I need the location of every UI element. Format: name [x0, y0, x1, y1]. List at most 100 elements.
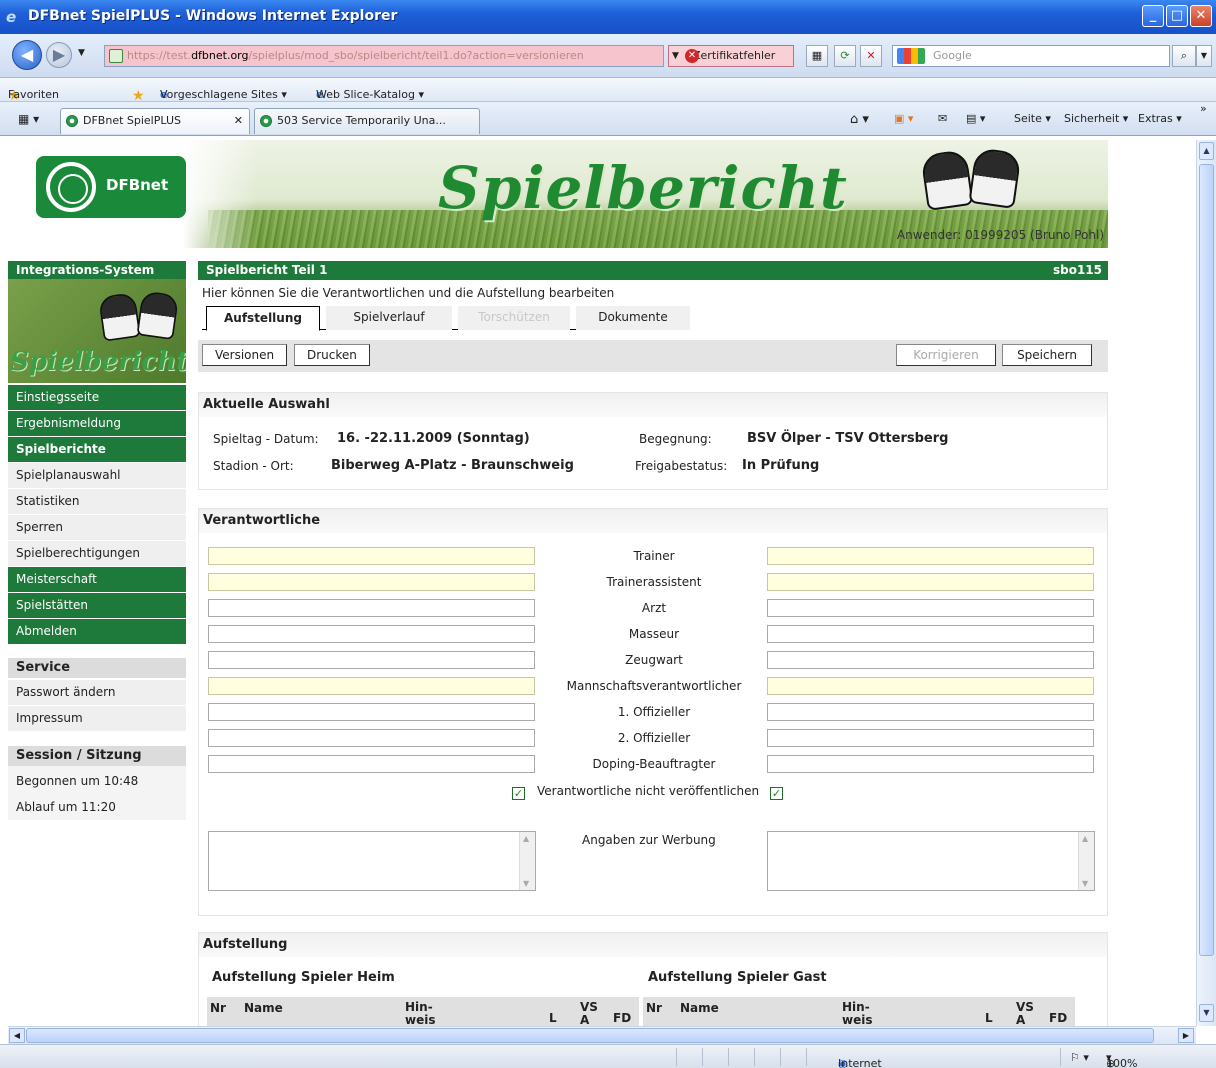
banner-title: Spielbericht — [438, 154, 848, 222]
maximize-button[interactable]: □ — [1166, 5, 1188, 27]
vertical-scroll-thumb[interactable] — [1199, 164, 1214, 956]
sidebar-item-statistiken[interactable]: Statistiken — [8, 489, 186, 515]
not-publish-home-checkbox[interactable]: ✓ — [512, 787, 525, 800]
role-1-home-input[interactable] — [208, 573, 535, 591]
print-icon[interactable]: ▤ ▾ — [966, 112, 985, 125]
dfbnet-logo[interactable]: DFBnet — [36, 156, 186, 218]
sidebar-item-passwort[interactable]: Passwort ändern — [8, 680, 186, 706]
vertical-scrollbar[interactable]: ▲ ▼ — [1196, 140, 1216, 1026]
compatibility-view-icon[interactable]: ▦ — [806, 45, 828, 67]
browser-tab-label: DFBnet SpielPLUS — [83, 114, 181, 127]
versionen-button[interactable]: Versionen — [202, 344, 288, 366]
browser-tab-dfbnet[interactable]: DFBnet SpielPLUS ✕ — [60, 108, 250, 134]
role-6-guest-input[interactable] — [767, 703, 1094, 721]
back-button[interactable]: ◀ — [12, 40, 42, 70]
speichern-button[interactable]: Speichern — [1002, 344, 1092, 366]
sidebar-item-sperren[interactable]: Sperren — [8, 515, 186, 541]
history-dropdown-icon[interactable]: ▼ — [78, 48, 85, 58]
werbung-guest-textarea[interactable] — [767, 831, 1095, 891]
favorites-label: Favoriten — [8, 88, 59, 101]
window-title: DFBnet SpielPLUS - Windows Internet Expl… — [28, 8, 398, 24]
page-menu[interactable]: Seite ▾ — [1014, 112, 1051, 125]
logo-text: DFBnet — [106, 176, 169, 194]
textarea-scrollbar[interactable] — [1078, 832, 1094, 890]
textarea-scrollbar[interactable] — [519, 832, 535, 890]
scroll-up-icon[interactable]: ▲ — [1199, 142, 1214, 160]
more-commands-icon[interactable]: » — [1200, 102, 1207, 115]
url-input[interactable]: https://test.dfbnet.org/spielplus/mod_sb… — [104, 45, 664, 67]
url-dropdown-icon[interactable]: ▼ — [672, 46, 679, 66]
content-tabs: Aufstellung Spielverlauf Torschützen Dok… — [202, 304, 690, 331]
sidebar-item-spielberichte[interactable]: Spielberichte — [8, 437, 186, 463]
role-6-home-input[interactable] — [208, 703, 535, 721]
role-3-home-input[interactable] — [208, 625, 535, 643]
role-8-guest-input[interactable] — [767, 755, 1094, 773]
content-title: Spielbericht Teil 1 — [206, 263, 328, 277]
browser-tab-503[interactable]: 503 Service Temporarily Una... — [254, 108, 480, 134]
role-3-guest-input[interactable] — [767, 625, 1094, 643]
close-tab-icon[interactable]: ✕ — [234, 109, 243, 133]
sidebar-item-spielberechtigungen[interactable]: Spielberechtigungen — [8, 541, 186, 567]
horizontal-scroll-thumb[interactable] — [26, 1028, 1154, 1043]
role-8-home-input[interactable] — [208, 755, 535, 773]
sidebar-item-meisterschaft[interactable]: Meisterschaft — [8, 567, 186, 593]
protected-mode-icon[interactable]: ⚐ ▾ — [1070, 1051, 1089, 1064]
dfb-favicon — [66, 115, 78, 127]
feeds-icon[interactable]: ▣ ▾ — [894, 112, 913, 125]
sidebar-item-einstiegsseite[interactable]: Einstiegsseite — [8, 385, 186, 411]
certificate-error-button[interactable]: ▼ ✕ Zertifikatfehler — [668, 45, 794, 67]
sidebar-item-abmelden[interactable]: Abmelden — [8, 619, 186, 645]
dfb-favicon — [260, 115, 272, 127]
search-options-icon[interactable]: ▼ — [1196, 45, 1212, 67]
tools-menu[interactable]: Extras ▾ — [1138, 112, 1182, 125]
korrigieren-button: Korrigieren — [896, 344, 996, 366]
role-0-guest-input[interactable] — [767, 547, 1094, 565]
role-7-home-input[interactable] — [208, 729, 535, 747]
zoom-control[interactable]: ⊕ 100% ▾ — [1106, 1051, 1137, 1068]
close-window-button[interactable]: ✕ — [1190, 5, 1212, 27]
sidebar-item-spielplanauswahl[interactable]: Spielplanauswahl — [8, 463, 186, 489]
role-5-home-input[interactable] — [208, 677, 535, 695]
mail-icon[interactable]: ✉ — [938, 112, 947, 125]
role-1-guest-input[interactable] — [767, 573, 1094, 591]
role-7-label: 2. Offizieller — [617, 731, 691, 745]
forward-button[interactable]: ▶ — [46, 42, 72, 68]
sidebar-item-ergebnismeldung[interactable]: Ergebnismeldung — [8, 411, 186, 437]
scroll-left-icon[interactable]: ◀ — [9, 1028, 25, 1043]
freigabe-value: In Prüfung — [742, 458, 820, 473]
minimize-button[interactable]: _ — [1142, 5, 1164, 27]
horizontal-scrollbar[interactable]: ◀ ▶ — [8, 1026, 1196, 1044]
cert-error-label: Zertifikatfehler — [693, 49, 776, 62]
tab-spielverlauf[interactable]: Spielverlauf — [326, 306, 452, 330]
dfb-emblem-icon — [46, 162, 96, 212]
sidebar-item-spielstaetten[interactable]: Spielstätten — [8, 593, 186, 619]
role-7-guest-input[interactable] — [767, 729, 1094, 747]
col-name: Name — [680, 1001, 719, 1015]
role-4-guest-input[interactable] — [767, 651, 1094, 669]
search-input[interactable]: Google — [892, 45, 1170, 67]
werbung-home-textarea[interactable] — [208, 831, 536, 891]
home-icon[interactable]: ⌂ ▾ — [850, 112, 869, 127]
refresh-icon[interactable]: ⟳ — [834, 45, 856, 67]
safety-menu[interactable]: Sicherheit ▾ — [1064, 112, 1128, 125]
tab-dokumente[interactable]: Dokumente — [576, 306, 690, 330]
user-info: Anwender: 01999205 (Bruno Pohl) — [896, 228, 1104, 242]
drucken-button[interactable]: Drucken — [294, 344, 370, 366]
col-vsa: VS A — [580, 1000, 598, 1027]
tab-aufstellung[interactable]: Aufstellung — [206, 306, 320, 331]
search-icon[interactable]: ⌕ — [1172, 45, 1196, 67]
role-0-home-input[interactable] — [208, 547, 535, 565]
role-5-guest-input[interactable] — [767, 677, 1094, 695]
quick-tabs-icon[interactable]: ▦ ▾ — [18, 112, 39, 126]
role-4-home-input[interactable] — [208, 651, 535, 669]
role-2-home-input[interactable] — [208, 599, 535, 617]
role-2-guest-input[interactable] — [767, 599, 1094, 617]
url-path: /spielplus/mod_sbo/spielbericht/teil1.do… — [248, 49, 584, 62]
page-hint: Hier können Sie die Verantwortlichen und… — [202, 286, 615, 300]
stop-icon[interactable]: ✕ — [860, 45, 882, 67]
sidebar-item-impressum[interactable]: Impressum — [8, 706, 186, 732]
verantwortliche-header: Verantwortliche — [199, 509, 1107, 533]
scroll-right-icon[interactable]: ▶ — [1178, 1028, 1194, 1043]
not-publish-guest-checkbox[interactable]: ✓ — [770, 787, 783, 800]
scroll-down-icon[interactable]: ▼ — [1199, 1004, 1214, 1022]
